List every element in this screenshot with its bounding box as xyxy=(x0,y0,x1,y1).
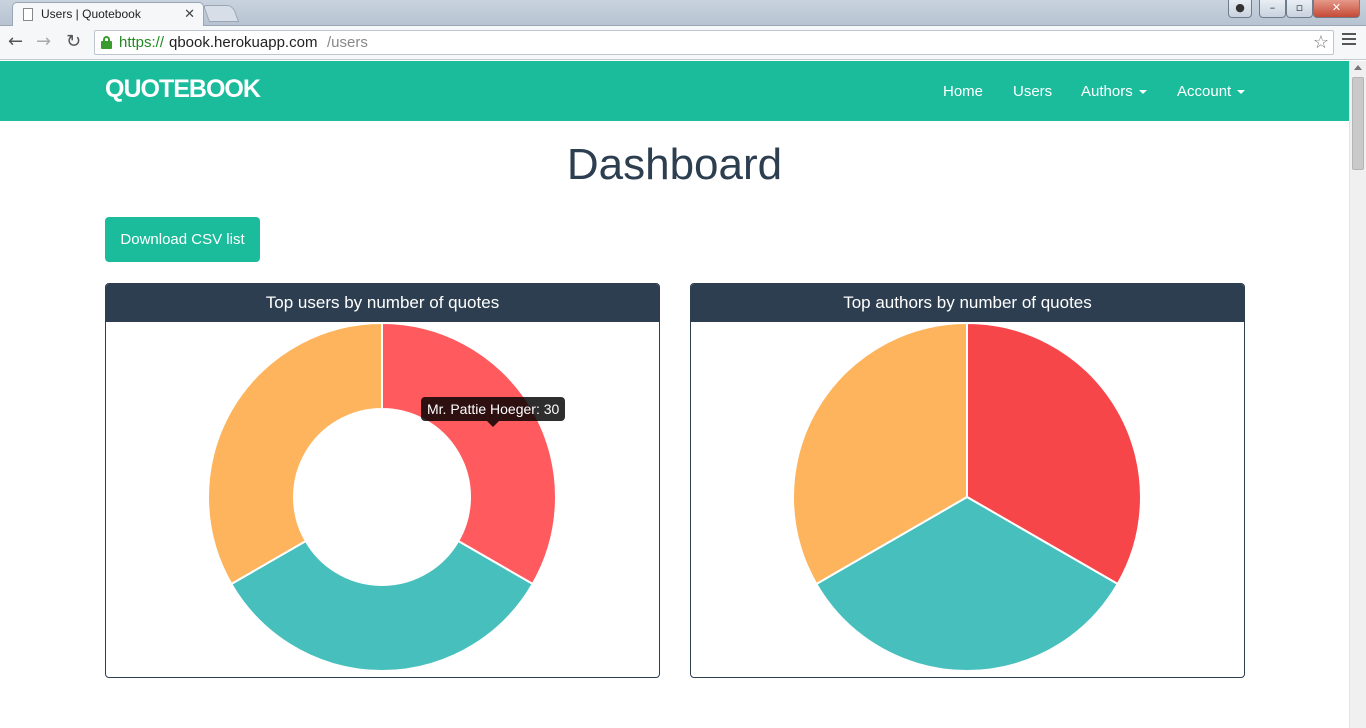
chart-slice-3[interactable] xyxy=(207,322,383,586)
top-users-panel: Top users by number of quotes xyxy=(105,283,660,678)
chart-slice-2[interactable] xyxy=(229,539,535,672)
browser-tabstrip: Users | Quotebook ✕ ● – ▫ ✕ xyxy=(0,0,1366,26)
nav-account-label: Account xyxy=(1177,83,1232,100)
forward-icon[interactable]: → xyxy=(36,32,51,52)
url-host: qbook.herokuapp.com xyxy=(169,34,318,51)
nav-authors-dropdown[interactable]: Authors xyxy=(1081,83,1147,100)
close-window-button[interactable]: ✕ xyxy=(1313,0,1360,18)
address-bar[interactable]: https:// qbook.herokuapp.com /users ☆ xyxy=(94,30,1334,55)
nav-account-dropdown[interactable]: Account xyxy=(1177,83,1246,100)
chart-tooltip: Mr. Pattie Hoeger: 30 xyxy=(421,397,566,427)
page-scrollbar[interactable] xyxy=(1349,61,1366,728)
tab-close-icon[interactable]: ✕ xyxy=(184,6,195,22)
brand-logo[interactable]: QUOTEBOOK xyxy=(105,75,261,104)
browser-toolbar: ← → ↻ https:// qbook.herokuapp.com /user… xyxy=(0,26,1366,60)
nav-authors-label: Authors xyxy=(1081,83,1133,100)
top-authors-chart-title: Top authors by number of quotes xyxy=(691,284,1244,322)
url-path: /users xyxy=(327,34,368,51)
caret-down-icon xyxy=(1138,90,1147,95)
new-tab-button[interactable] xyxy=(202,5,240,22)
top-users-doughnut-chart[interactable] xyxy=(106,322,659,677)
menu-icon[interactable] xyxy=(1342,33,1356,48)
scroll-up-arrow-icon[interactable] xyxy=(1354,65,1362,70)
chart-slice-1[interactable] xyxy=(381,322,557,586)
page-icon xyxy=(23,8,33,21)
minimize-button[interactable]: – xyxy=(1259,0,1286,18)
maximize-button[interactable]: ▫ xyxy=(1286,0,1313,18)
browser-tab[interactable]: Users | Quotebook ✕ xyxy=(12,2,204,26)
tab-title: Users | Quotebook xyxy=(41,7,141,21)
page-title: Dashboard xyxy=(566,140,783,189)
url-scheme: https:// xyxy=(119,34,165,51)
top-authors-pie-chart[interactable] xyxy=(691,322,1244,677)
download-csv-button[interactable]: Download CSV list xyxy=(105,217,260,262)
bookmark-star-icon[interactable]: ☆ xyxy=(1313,31,1329,54)
nav-home[interactable]: Home xyxy=(943,83,983,100)
top-navbar: QUOTEBOOK Home Users Authors Account xyxy=(0,61,1349,121)
top-users-chart-title: Top users by number of quotes xyxy=(106,284,659,322)
caret-down-icon xyxy=(1237,90,1246,95)
nav-users[interactable]: Users xyxy=(1013,83,1052,100)
reload-icon[interactable]: ↻ xyxy=(66,32,81,52)
scroll-thumb[interactable] xyxy=(1352,77,1364,170)
lock-icon xyxy=(101,36,112,49)
user-profile-icon[interactable]: ● xyxy=(1228,0,1252,18)
back-icon[interactable]: ← xyxy=(8,32,23,52)
top-authors-panel: Top authors by number of quotes xyxy=(690,283,1245,678)
